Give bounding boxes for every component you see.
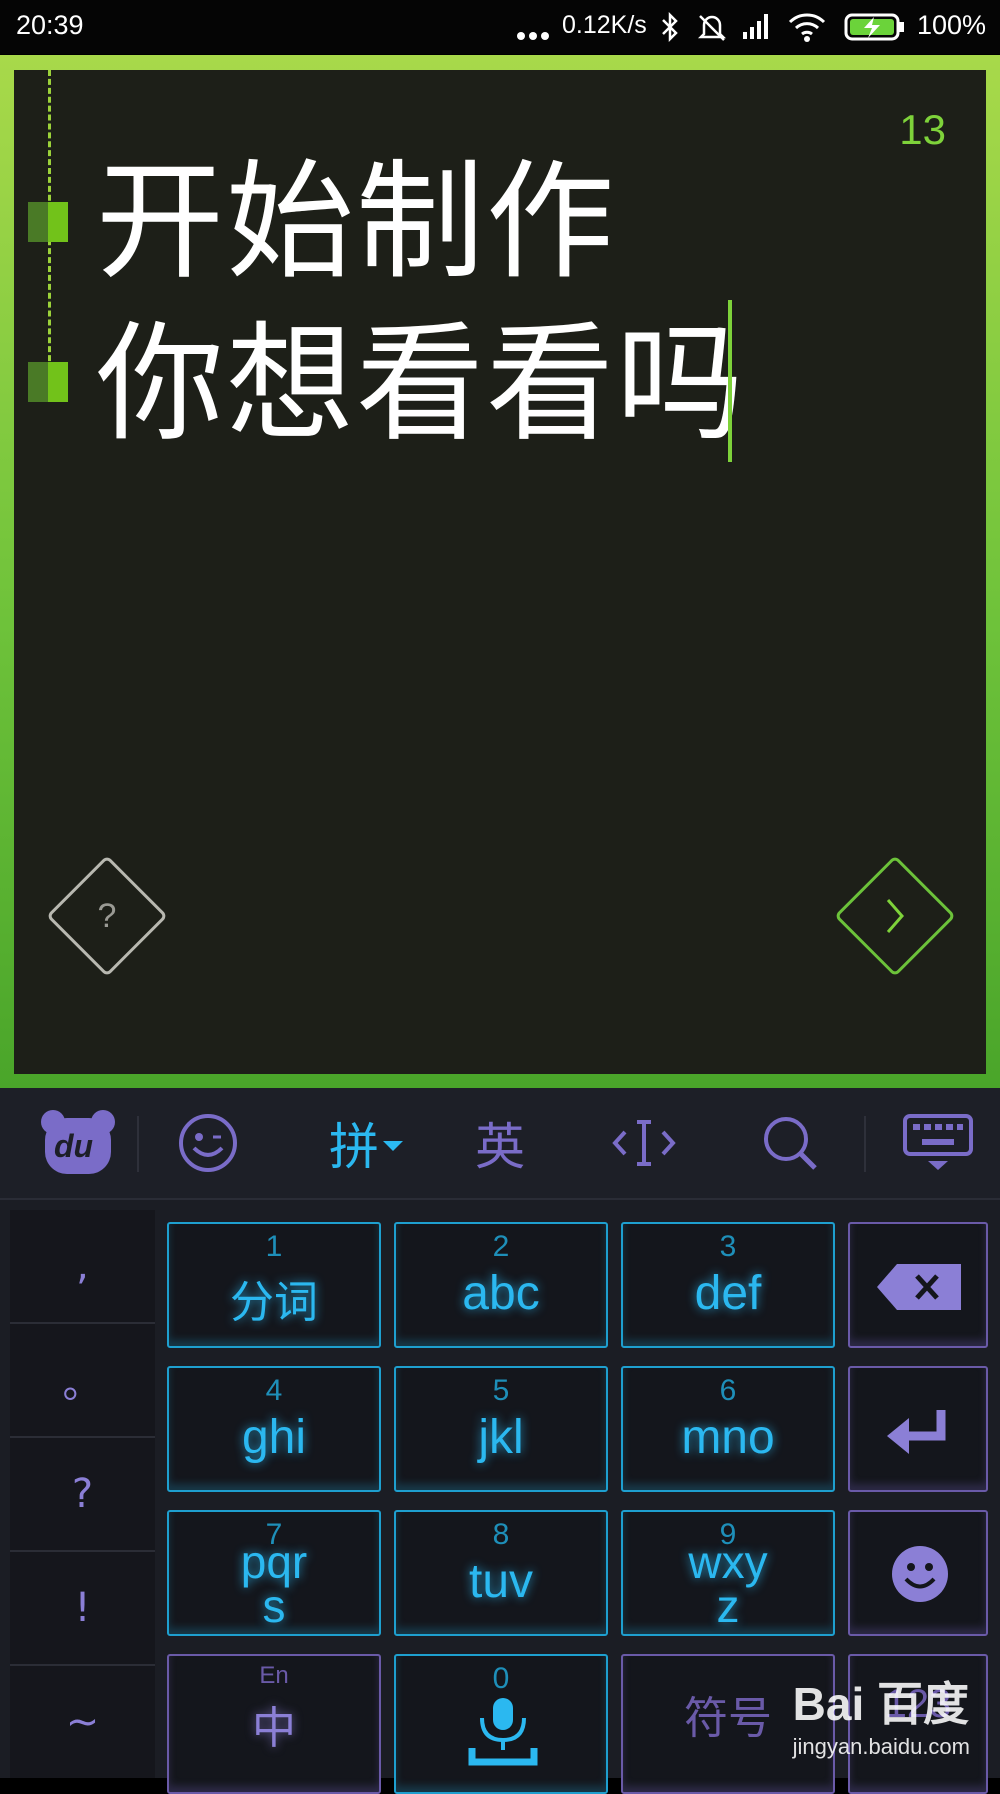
network-speed: 0.12K/s bbox=[562, 11, 647, 39]
line-marker bbox=[28, 362, 68, 402]
punct-period[interactable]: 。 bbox=[10, 1324, 155, 1438]
text-line-2: 你想看看吗 bbox=[96, 310, 747, 459]
punct-question[interactable]: ? bbox=[10, 1438, 155, 1552]
punctuation-list: , 。 ? ! ~ bbox=[10, 1210, 155, 1778]
punct-exclaim[interactable]: ! bbox=[10, 1552, 155, 1666]
hide-keyboard-button[interactable] bbox=[896, 1088, 980, 1198]
key-2-abc[interactable]: 2 abc bbox=[394, 1222, 608, 1348]
microphone-icon bbox=[468, 1698, 538, 1766]
pinyin-label: 拼 bbox=[329, 1118, 379, 1176]
text-editor[interactable]: 13 开始制作 你想看看吗 ? bbox=[14, 70, 986, 1074]
line-marker bbox=[28, 202, 68, 242]
keyboard-hide-icon bbox=[903, 1114, 973, 1170]
keyboard: du 拼 英 , 。 ? ! ~ 1 分词 2 abc 3 def 4 ghi … bbox=[0, 1088, 1000, 1794]
key-9-wxyz[interactable]: 9 wxy z bbox=[621, 1510, 835, 1636]
text-line-1: 开始制作 bbox=[96, 148, 617, 297]
enter-icon bbox=[887, 1410, 946, 1454]
emoji-toolbar-button[interactable] bbox=[168, 1088, 248, 1198]
key-6-mno[interactable]: 6 mno bbox=[621, 1366, 835, 1492]
dropdown-arrow-icon bbox=[383, 1141, 403, 1151]
bluetooth-icon bbox=[660, 11, 680, 46]
battery-charging-icon bbox=[844, 12, 906, 46]
search-button[interactable] bbox=[750, 1088, 830, 1198]
more-icon bbox=[516, 26, 550, 45]
backspace-key[interactable] bbox=[848, 1222, 988, 1348]
logo-text: du bbox=[54, 1128, 94, 1164]
help-icon: ? bbox=[97, 896, 117, 935]
smiley-icon bbox=[892, 1546, 948, 1602]
punct-tilde[interactable]: ~ bbox=[10, 1666, 155, 1778]
baidu-logo-button[interactable]: du bbox=[30, 1088, 126, 1198]
backspace-icon bbox=[877, 1264, 961, 1310]
help-button[interactable]: ? bbox=[46, 855, 168, 977]
space-voice-key[interactable]: 0 bbox=[394, 1654, 608, 1794]
key-8-tuv[interactable]: 8 tuv bbox=[394, 1510, 608, 1636]
char-counter: 13 bbox=[899, 106, 946, 153]
english-mode-button[interactable]: 英 bbox=[460, 1088, 540, 1198]
signal-icon bbox=[742, 12, 772, 44]
key-4-ghi[interactable]: 4 ghi bbox=[167, 1366, 381, 1492]
enter-key[interactable] bbox=[848, 1366, 988, 1492]
status-bar: 20:39 0.12K/s 100% bbox=[0, 0, 1000, 54]
smiley-icon bbox=[179, 1114, 237, 1172]
cursor-move-button[interactable] bbox=[604, 1088, 684, 1198]
key-5-jkl[interactable]: 5 jkl bbox=[394, 1366, 608, 1492]
status-time: 20:39 bbox=[16, 10, 84, 40]
next-button[interactable] bbox=[834, 855, 956, 977]
punct-comma[interactable]: , bbox=[10, 1210, 155, 1324]
language-switch-key[interactable]: En 中 bbox=[167, 1654, 381, 1794]
cursor-move-icon bbox=[612, 1120, 676, 1166]
pinyin-mode-button[interactable]: 拼 bbox=[316, 1088, 416, 1198]
search-icon bbox=[764, 1117, 817, 1170]
keyboard-toolbar: du 拼 英 bbox=[0, 1088, 1000, 1200]
chevron-right-icon bbox=[886, 899, 904, 933]
emoji-key[interactable] bbox=[848, 1510, 988, 1636]
baidu-watermark: Bai 百度 jingyan.baidu.com bbox=[792, 1678, 970, 1759]
battery-percent: 100% bbox=[917, 10, 987, 40]
text-cursor bbox=[728, 300, 732, 462]
key-3-def[interactable]: 3 def bbox=[621, 1222, 835, 1348]
english-label: 英 bbox=[475, 1118, 525, 1176]
key-7-pqrs[interactable]: 7 pqr s bbox=[167, 1510, 381, 1636]
mute-icon bbox=[696, 12, 728, 46]
key-1-segment[interactable]: 1 分词 bbox=[167, 1222, 381, 1348]
wifi-icon bbox=[788, 12, 826, 46]
